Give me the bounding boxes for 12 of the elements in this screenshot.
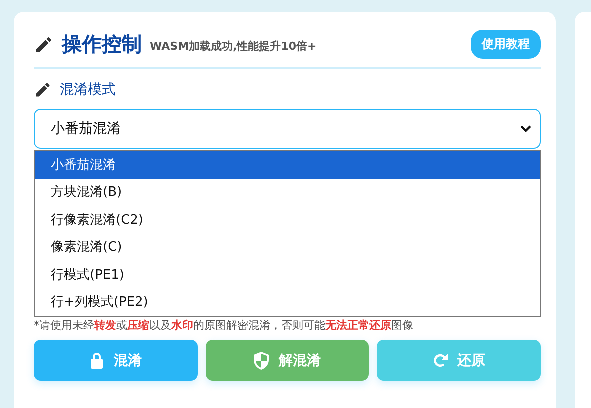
chevron-icon — [520, 125, 532, 133]
shield-icon — [254, 352, 269, 370]
pencil-icon — [34, 81, 52, 99]
lock-icon — [90, 352, 104, 369]
reset-icon — [432, 353, 448, 368]
hint-text: *请使用未经转发或压缩以及水印的原图解密混淆，否则可能无法正常还原图像 — [34, 318, 414, 333]
panel-title: 操作控制 — [62, 31, 142, 58]
dropdown-option[interactable]: 小番茄混淆 — [35, 151, 540, 178]
pencil-icon — [34, 34, 54, 54]
status-text: WASM加载成功,性能提升10倍+ — [150, 39, 318, 54]
mode-select[interactable]: 小番茄混淆 — [34, 109, 541, 149]
field-label: 混淆模式 — [60, 81, 116, 99]
